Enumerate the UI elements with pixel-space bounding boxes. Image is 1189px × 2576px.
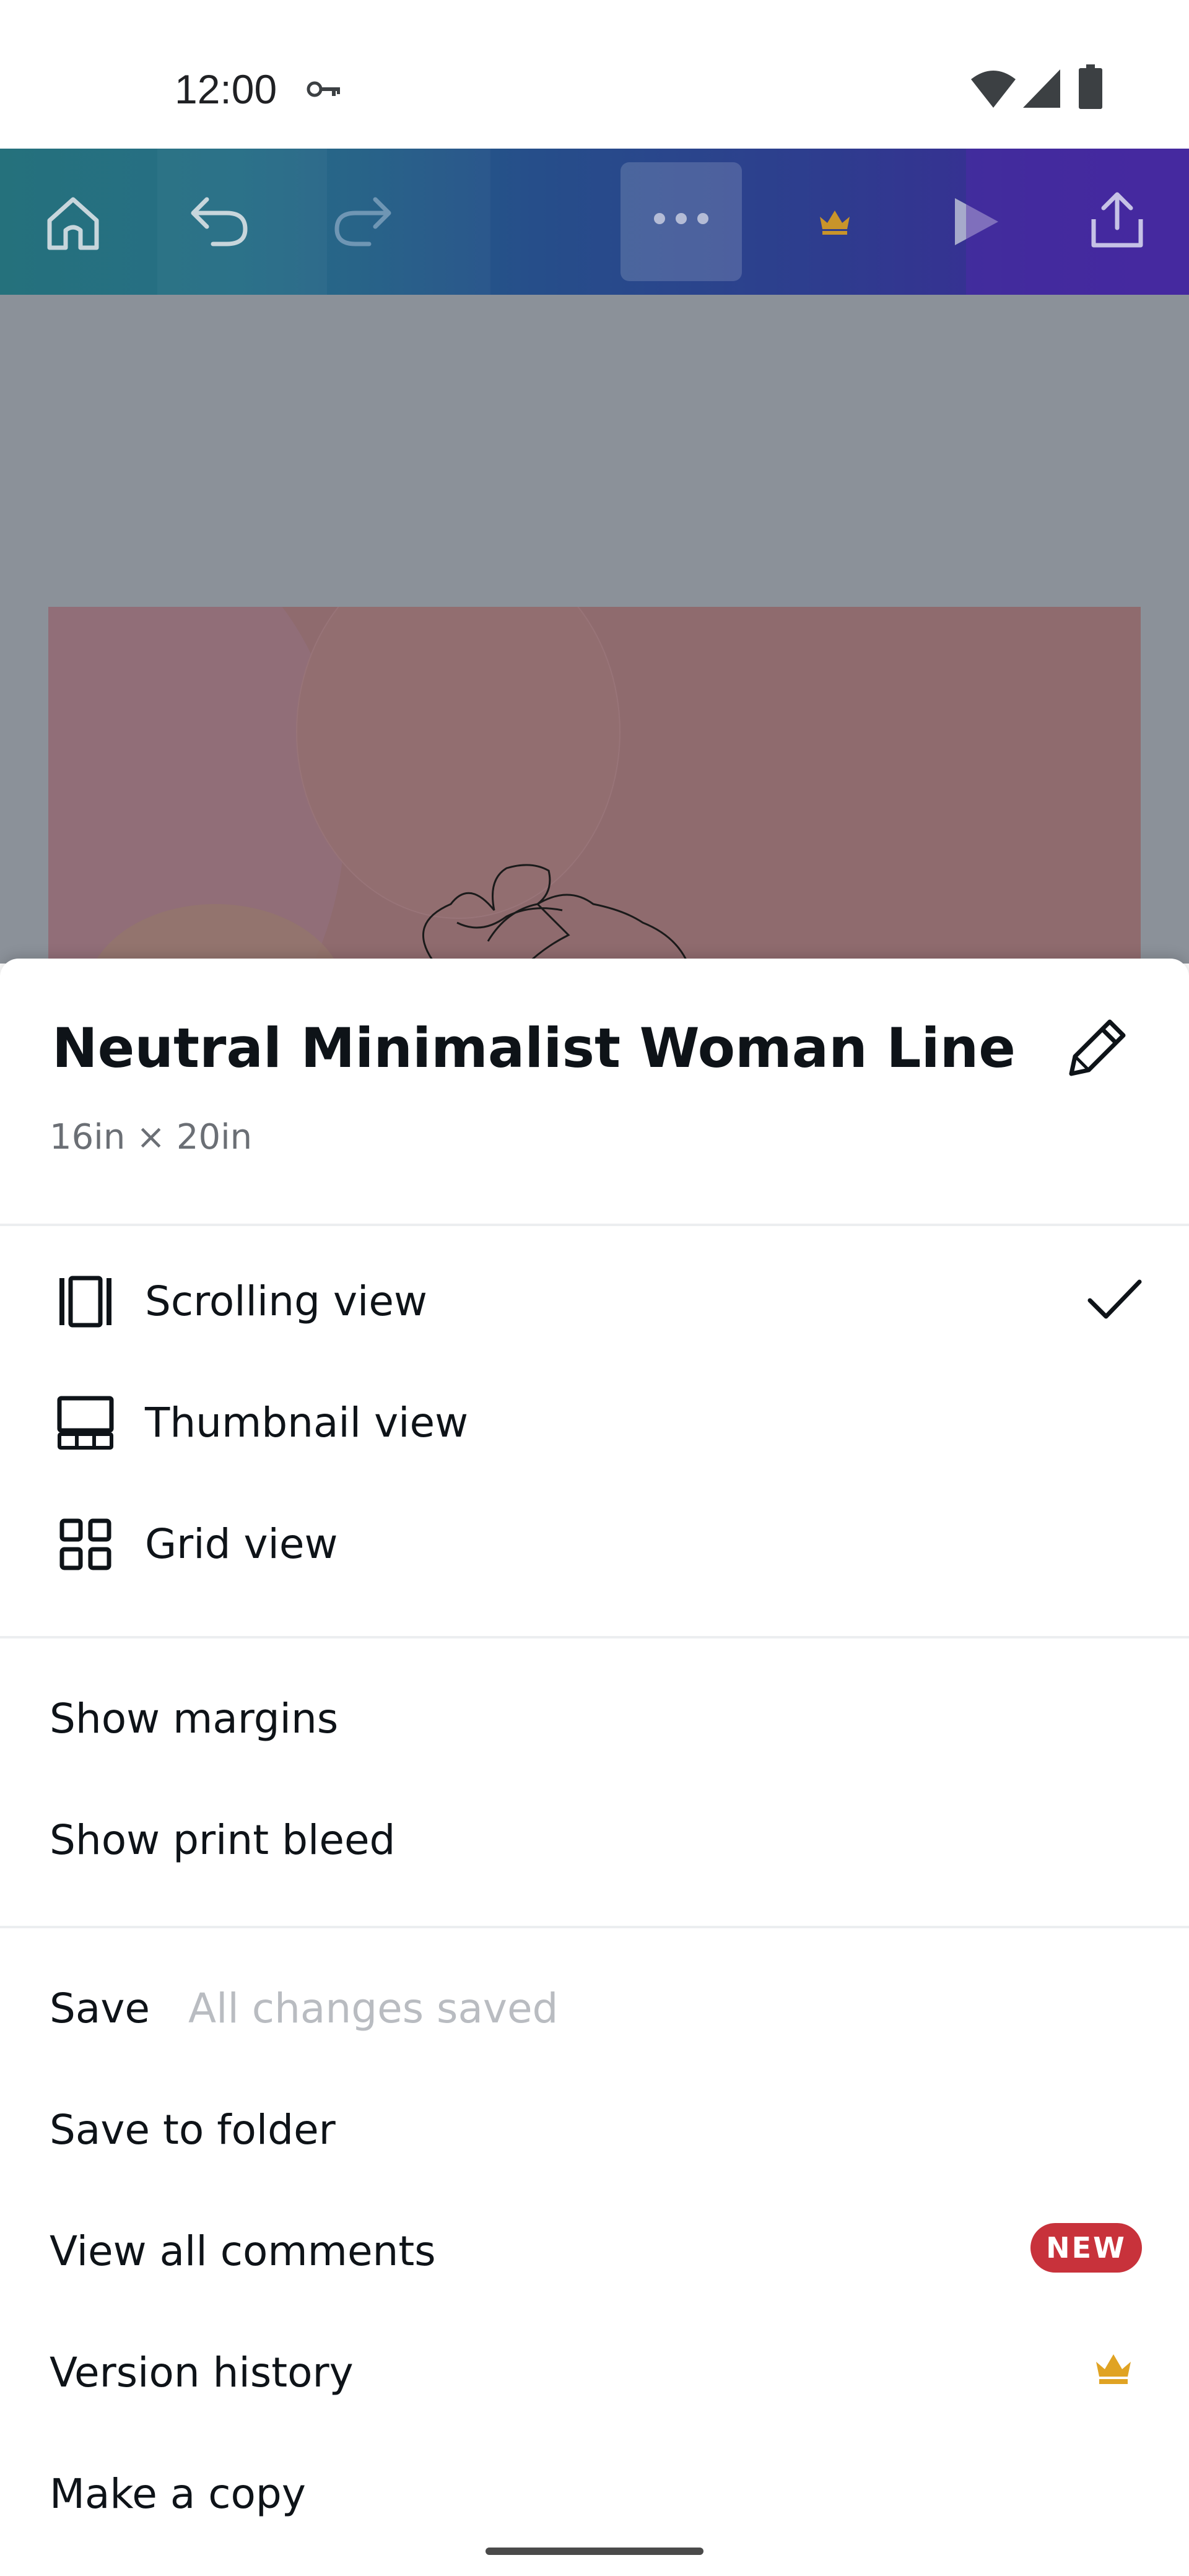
design-canvas (0, 295, 1189, 978)
redo-button[interactable] (327, 149, 490, 295)
save-to-folder-option[interactable]: Save to folder (0, 2069, 1189, 2191)
edit-title-button[interactable] (1053, 1012, 1133, 1092)
thumbnail-view-option[interactable]: Thumbnail view (0, 1362, 1189, 1484)
save-option[interactable]: Save All changes saved (0, 1948, 1189, 2069)
checkmark-icon (1087, 1279, 1142, 1319)
design-title: Neutral Minimalist Woman Line A... (52, 1016, 1018, 1080)
design-dimensions: 16in × 20in (50, 1117, 253, 1157)
save-status-text: All changes saved (188, 1985, 559, 2032)
pencil-icon (1069, 1019, 1126, 1076)
version-history-option[interactable]: Version history (0, 2312, 1189, 2434)
design-options-sheet: Neutral Minimalist Woman Line A... 16in … (0, 959, 1189, 2576)
view-all-comments-label: View all comments (50, 2227, 436, 2275)
share-icon (1091, 192, 1143, 248)
line-art-woman-illustration (422, 864, 687, 967)
view-all-comments-option[interactable]: View all comments NEW (0, 2191, 1189, 2312)
show-print-bleed-option[interactable]: Show print bleed (0, 1780, 1189, 1901)
vpn-key-icon (307, 81, 340, 97)
pro-crown-icon (1096, 2354, 1131, 2384)
status-bar: 12:00 (0, 0, 1189, 149)
thumbnail-view-label: Thumbnail view (145, 1399, 469, 1447)
battery-icon (1079, 64, 1102, 109)
crown-icon (820, 211, 850, 235)
show-margins-label: Show margins (50, 1695, 339, 1743)
divider (0, 1926, 1189, 1928)
make-a-copy-option[interactable]: Make a copy (0, 2434, 1189, 2555)
home-icon (47, 197, 99, 250)
thumbnail-view-icon (57, 1396, 114, 1450)
undo-button[interactable] (157, 149, 327, 295)
wifi-icon (971, 71, 1016, 108)
scrolling-view-label: Scrolling view (145, 1277, 427, 1325)
save-label: Save (50, 1985, 150, 2032)
divider (0, 1636, 1189, 1638)
grid-view-icon (59, 1518, 111, 1570)
save-to-folder-label: Save to folder (50, 2106, 336, 2154)
new-badge: NEW (1030, 2223, 1142, 2273)
cell-signal-icon (1023, 69, 1060, 108)
grid-view-option[interactable]: Grid view (0, 1484, 1189, 1605)
design-page-preview[interactable] (48, 607, 1141, 978)
grid-view-label: Grid view (145, 1520, 338, 1568)
editor-toolbar (0, 149, 1189, 295)
show-margins-option[interactable]: Show margins (0, 1658, 1189, 1780)
divider (0, 1224, 1189, 1226)
upgrade-button[interactable] (774, 149, 895, 295)
share-button[interactable] (966, 149, 1189, 295)
scrolling-view-icon (59, 1276, 111, 1328)
version-history-label: Version history (50, 2349, 354, 2396)
show-print-bleed-label: Show print bleed (50, 1816, 396, 1864)
more-icon (654, 213, 708, 224)
undo-icon (191, 197, 248, 246)
more-button[interactable] (621, 162, 742, 281)
make-a-copy-label: Make a copy (50, 2470, 306, 2518)
status-time: 12:00 (175, 66, 277, 112)
scrolling-view-option[interactable]: Scrolling view (0, 1241, 1189, 1362)
gesture-nav-bar[interactable] (486, 2548, 703, 2555)
redo-icon (334, 197, 391, 246)
home-button[interactable] (0, 149, 157, 295)
